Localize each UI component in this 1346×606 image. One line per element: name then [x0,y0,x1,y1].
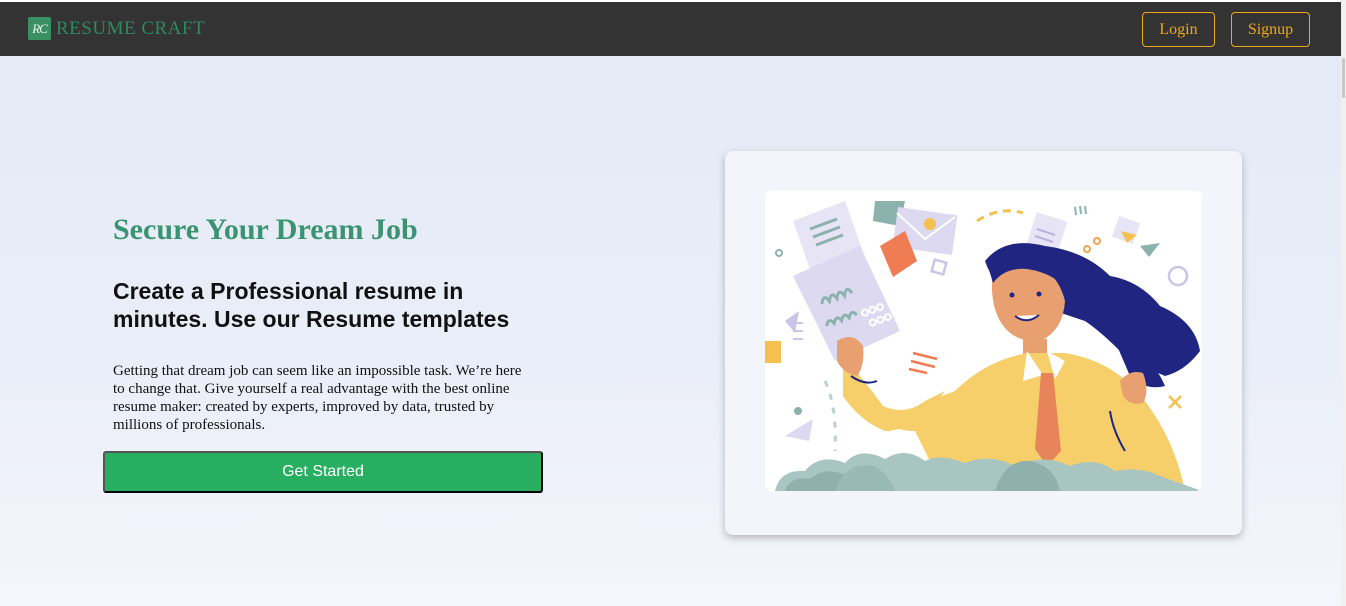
logo-mark-icon: RC [28,17,51,40]
hero-subtitle: Secure Your Dream Job [113,213,418,246]
woman-holding-resume-illustration [765,191,1202,491]
logo[interactable]: RC RESUME CRAFT [28,17,205,40]
hero-title: Create a Professional resume in minutes.… [113,278,510,332]
logo-text: RESUME CRAFT [56,17,206,39]
signup-button[interactable]: Signup [1231,12,1310,47]
hero-description: Getting that dream job can seem like an … [113,363,522,433]
navbar: RC RESUME CRAFT Login Signup [0,2,1341,56]
page-scrollbar[interactable] [1341,0,1346,606]
illustration-card [725,151,1242,535]
login-button[interactable]: Login [1142,12,1215,47]
get-started-button[interactable]: Get Started [103,451,543,493]
scrollbar-thumb[interactable] [1342,58,1345,98]
